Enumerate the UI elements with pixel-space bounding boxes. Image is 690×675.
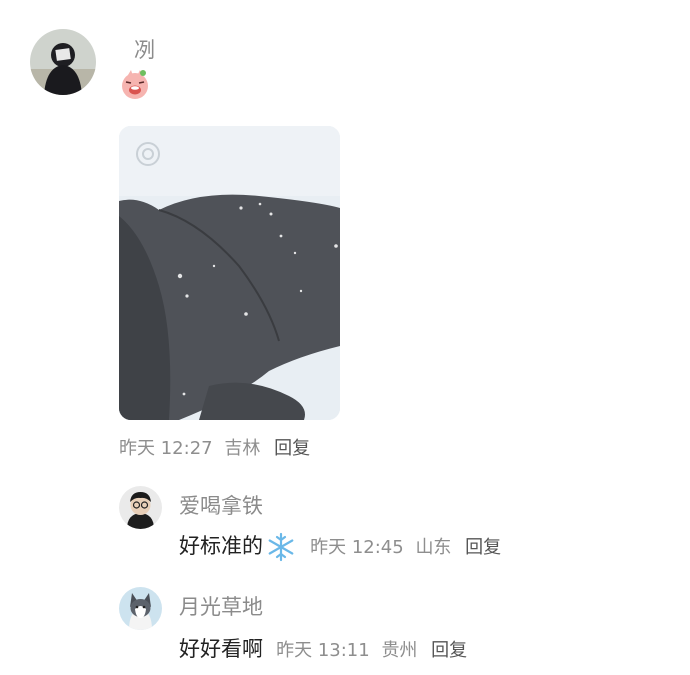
comment-location: 贵州 (381, 640, 418, 661)
comment-meta: 昨天 12:27 吉林 回复 (119, 434, 310, 460)
reply-row: 好好看啊 昨天 13:11 贵州 回复 (179, 633, 467, 663)
comment-photo[interactable] (119, 126, 340, 420)
comment-time: 昨天 12:45 (310, 537, 404, 558)
username[interactable]: 月光草地 (179, 591, 263, 621)
reply-button[interactable]: 回复 (465, 537, 501, 558)
comment-text: 好好看啊 (179, 637, 263, 661)
comment-text: 好标准的 (179, 534, 263, 558)
comment-time: 昨天 12:27 (119, 438, 213, 459)
username[interactable]: 冽 (134, 34, 155, 64)
comment-time: 昨天 13:11 (276, 640, 370, 661)
reply-button[interactable]: 回复 (431, 640, 467, 661)
avatar[interactable] (30, 29, 96, 95)
avatar[interactable] (119, 486, 162, 529)
reply-row: 好标准的 昨天 12:45 山东 回复 (179, 530, 501, 565)
comment-location: 山东 (415, 537, 452, 558)
reply-button[interactable]: 回复 (274, 438, 310, 459)
pig-laughing-sticker-icon (119, 68, 151, 100)
comment-location: 吉林 (224, 438, 261, 459)
avatar[interactable] (119, 587, 162, 630)
username[interactable]: 爱喝拿铁 (179, 490, 263, 520)
snowflake-emoji-icon (265, 531, 297, 563)
